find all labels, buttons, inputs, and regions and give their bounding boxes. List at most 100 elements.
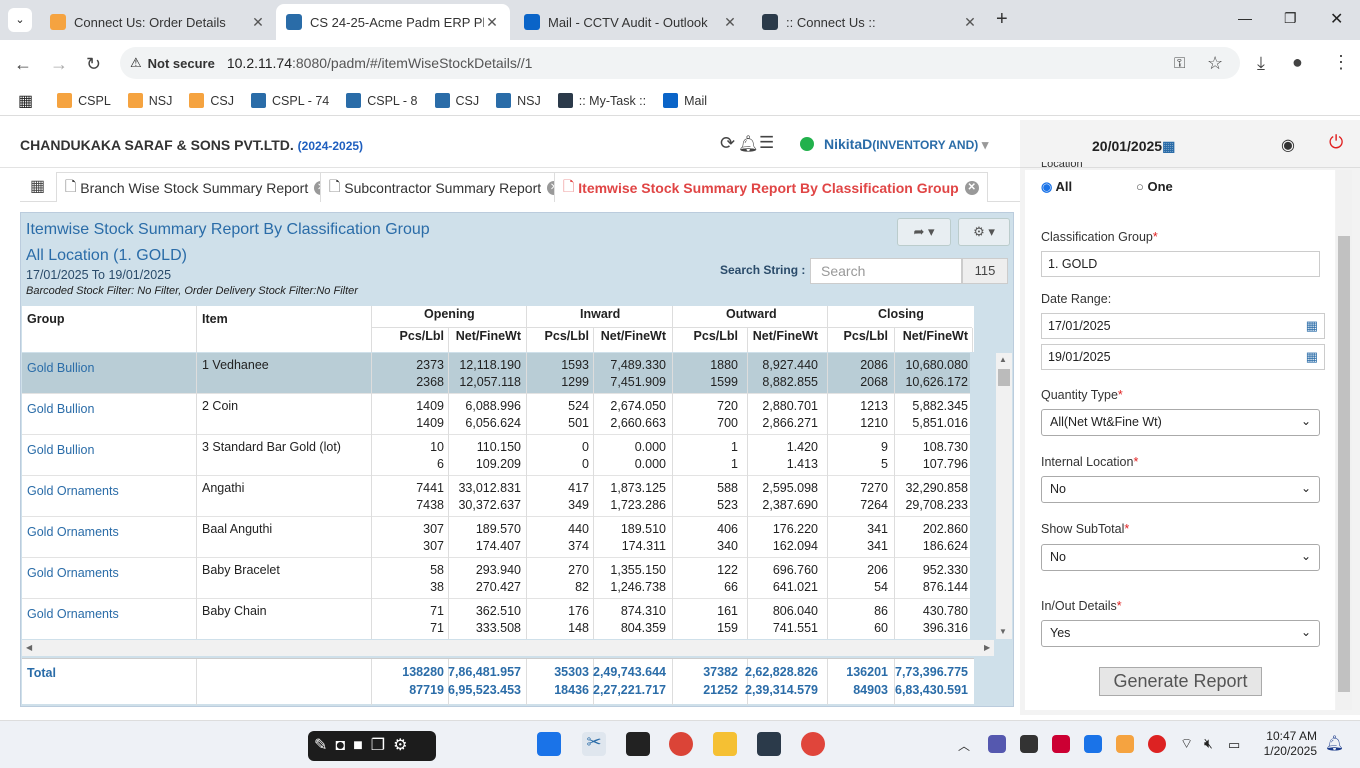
date-from-input[interactable]: 17/01/2025 ▦ (1041, 313, 1325, 339)
scroll-left-icon[interactable]: ◀ (26, 643, 32, 652)
share-export-button[interactable]: ➦ ▾ (897, 218, 951, 246)
speaker-muted-icon[interactable]: 🔇︎ (1204, 735, 1213, 752)
security-shield-icon[interactable] (1116, 735, 1134, 753)
close-tab-icon[interactable]: ✕ (484, 14, 500, 31)
col-item-header[interactable]: Item (202, 312, 228, 326)
date-to-input[interactable]: 19/01/2025 ▦ (1041, 344, 1325, 370)
list-menu-icon[interactable]: ☰ (759, 133, 774, 153)
col-pcs-header[interactable]: Pcs/Lbl (368, 329, 444, 343)
bookmark-star-icon[interactable]: ☆ (1207, 53, 1223, 74)
in-out-details-select[interactable]: Yes ⌄ (1041, 620, 1320, 647)
close-tab-icon[interactable]: ✕ (964, 180, 979, 195)
col-pcs-header[interactable]: Pcs/Lbl (662, 329, 738, 343)
form-scroll-thumb[interactable] (1338, 236, 1350, 692)
teams-icon[interactable] (988, 735, 1006, 753)
minimize-icon[interactable]: — (1238, 10, 1252, 26)
quantity-type-select[interactable]: All(Net Wt&Fine Wt) ⌄ (1041, 409, 1320, 436)
tab-branch-wise-stock[interactable]: 🗋︎Branch Wise Stock Summary Report✕ (56, 172, 338, 202)
location-one-radio[interactable]: ○ One (1136, 179, 1173, 194)
calendar-icon[interactable]: ▦ (1306, 349, 1318, 365)
group-cell[interactable]: Gold Bullion (27, 443, 94, 457)
col-wt-header[interactable]: Net/FineWt (445, 329, 521, 343)
bookmark-item[interactable]: CSPL - 8 (346, 93, 418, 108)
table-row[interactable]: Gold Ornaments Baal Anguthi 307 189.570 440 1… (22, 517, 970, 558)
camera-icon[interactable]: ◘ (335, 737, 353, 754)
chrome-icon[interactable] (669, 732, 693, 756)
group-cell[interactable]: Gold Ornaments (27, 484, 119, 498)
scroll-down-icon[interactable]: ▼ (999, 627, 1007, 636)
browser-tab-connect-order[interactable]: Connect Us: Order Details ✕ (40, 4, 276, 40)
back-arrow-icon[interactable]: ← (14, 54, 32, 75)
profile-avatar-icon[interactable]: ● (1292, 52, 1303, 73)
location-all-radio[interactable]: ◉ All (1041, 179, 1072, 195)
show-subtotal-select[interactable]: No ⌄ (1041, 544, 1320, 571)
close-tab-icon[interactable]: ✕ (250, 14, 266, 31)
url-text[interactable]: 10.2.11.74:8080/padm/#/itemWiseStockDeta… (227, 55, 533, 71)
form-scrollbar[interactable] (1336, 170, 1352, 710)
close-window-icon[interactable]: ✕ (1330, 9, 1343, 29)
bookmark-item[interactable]: CSJ (189, 93, 234, 108)
bookmark-item[interactable]: CSJ (434, 93, 479, 108)
sync-icon[interactable]: ⟳ (720, 133, 735, 154)
new-tab-plus-icon[interactable]: + (996, 8, 1008, 31)
security-indicator[interactable]: Not secure (148, 56, 215, 71)
hide-eye-icon[interactable]: ◉ (1281, 135, 1295, 155)
search-input[interactable]: Search (810, 258, 962, 284)
generate-report-button[interactable]: Generate Report (1099, 667, 1262, 696)
bookmark-item[interactable]: Mail (663, 93, 707, 108)
tab-subcontractor-summary[interactable]: 🗋︎Subcontractor Summary Report✕ (320, 172, 571, 202)
video-icon[interactable]: ■ (353, 737, 371, 754)
browser-tab-erp[interactable]: CS 24-25-Acme Padm ERP Platf ✕ (276, 4, 510, 40)
close-tab-icon[interactable]: ✕ (722, 14, 738, 31)
scroll-right-icon[interactable]: ▶ (984, 643, 990, 652)
wifi-icon[interactable]: ⌔ (1180, 735, 1193, 753)
horizontal-scrollbar[interactable]: ◀ ▶ (22, 640, 994, 656)
apps-grid-icon[interactable]: ▦ (18, 91, 33, 111)
calendar-icon[interactable]: ▦ (1306, 318, 1318, 334)
scroll-thumb[interactable] (998, 369, 1010, 386)
close-tab-icon[interactable]: ✕ (962, 14, 978, 31)
browser-tab-connect[interactable]: :: Connect Us :: ✕ (752, 4, 988, 40)
group-cell[interactable]: Gold Bullion (27, 361, 94, 375)
table-row[interactable]: Gold Ornaments Angathi 7441 33,012.831 417 1,… (22, 476, 970, 517)
vertical-scrollbar[interactable]: ▲ ▼ (996, 353, 1012, 639)
key-icon[interactable]: ⚿ (1174, 55, 1185, 72)
col-group-header[interactable]: Group (27, 312, 65, 326)
group-cell[interactable]: Gold Ornaments (27, 607, 119, 621)
wps-office-icon[interactable] (801, 732, 825, 756)
download-icon[interactable]: ⤓ (1257, 53, 1265, 74)
tray-chevron-up-icon[interactable]: ︿ (958, 737, 970, 754)
file-explorer-icon[interactable] (713, 732, 737, 756)
bell-icon[interactable]: 🔔︎ (738, 134, 758, 154)
user-menu[interactable]: NikitaD(INVENTORY AND) ▾ (824, 136, 988, 153)
bookmark-item[interactable]: CSPL - 74 (251, 93, 329, 108)
table-row[interactable]: Gold Ornaments Baby Bracelet 58 293.940 270 1… (22, 558, 970, 599)
omnibox[interactable]: ⚠ Not secure 10.2.11.74:8080/padm/#/item… (120, 47, 1240, 79)
bookmark-item[interactable]: :: My-Task :: (557, 93, 646, 108)
snipping-tool-icon[interactable]: ✂ (582, 732, 606, 756)
tray-app-icon[interactable] (1084, 735, 1102, 753)
sticky-notes-icon[interactable] (626, 732, 650, 756)
record-icon[interactable] (1148, 735, 1166, 753)
app-icon[interactable] (757, 732, 781, 756)
restore-icon[interactable]: ❐ (1284, 10, 1297, 27)
notification-bell-icon[interactable]: 🔔︎ (1325, 734, 1344, 752)
reload-icon[interactable]: ↻ (86, 54, 101, 75)
group-cell[interactable]: Gold Ornaments (27, 566, 119, 580)
system-clock[interactable]: 10:47 AM 1/20/2025 (1260, 729, 1317, 759)
col-wt-header[interactable]: Net/FineWt (892, 329, 968, 343)
table-row[interactable]: Gold Bullion 1 Vedhanee 2373 12,118.190 1593… (22, 353, 970, 394)
browser-tab-outlook[interactable]: Mail - CCTV Audit - Outlook ✕ (514, 4, 748, 40)
bookmark-item[interactable]: NSJ (127, 93, 172, 108)
bookmark-item[interactable]: CSPL (57, 93, 111, 108)
tab-itemwise-stock-summary[interactable]: 🗋︎ Itemwise Stock Summary Report By Class… (554, 172, 988, 202)
current-date[interactable]: 20/01/2025▦ (1092, 138, 1175, 155)
gear-icon[interactable]: ⚙ (393, 737, 415, 754)
power-logout-icon[interactable]: ⏻ (1329, 132, 1343, 153)
col-wt-header[interactable]: Net/FineWt (590, 329, 666, 343)
col-wt-header[interactable]: Net/FineWt (742, 329, 818, 343)
menu-kebab-icon[interactable]: ⋮ (1332, 52, 1350, 73)
internal-location-select[interactable]: No ⌄ (1041, 476, 1320, 503)
table-row[interactable]: Gold Bullion 3 Standard Bar Gold (lot) 10 1… (22, 435, 970, 476)
battery-icon[interactable]: ▭ (1228, 737, 1240, 753)
